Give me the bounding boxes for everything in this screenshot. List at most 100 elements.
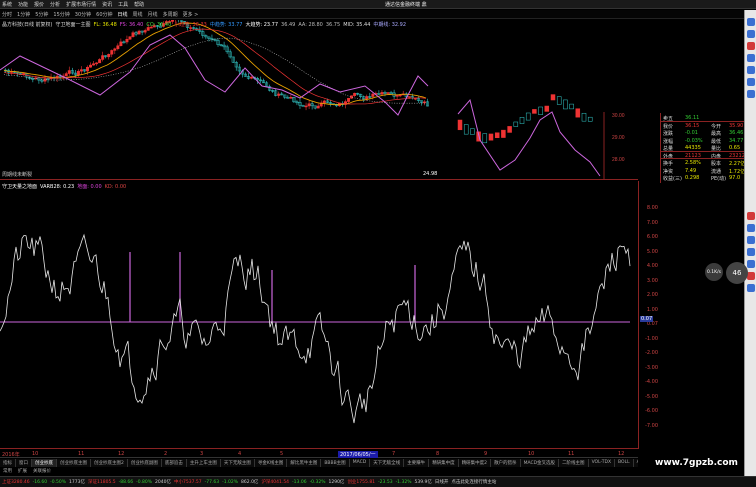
legend-item: 守卫地面一主图 xyxy=(55,22,91,28)
purple-line xyxy=(0,34,429,116)
date-tick: 10 xyxy=(32,451,39,457)
sub-tab[interactable]: 扩展 xyxy=(15,467,30,475)
indicator-tab[interactable]: 精研集中度 xyxy=(429,459,459,467)
candle-body xyxy=(538,106,543,115)
candle-body xyxy=(79,69,83,72)
oscillator-y-axis: 8.00 7.00 6.00 5.00 4.00 3.00 2.00 1.00 0.07 -1.0… xyxy=(638,181,660,449)
toolbar-icon[interactable] xyxy=(747,66,755,74)
toolbar-icon[interactable] xyxy=(747,272,755,280)
toolbar-icon[interactable] xyxy=(747,90,755,98)
indicator-tab[interactable]: BOLL xyxy=(615,459,634,467)
indicator-tab[interactable]: 窗口 xyxy=(16,459,32,467)
quote-panel: 卖五 36.11 我价 36.15 今开 35.90 涨跌 -0.01 最高 36.46 涨幅 -0.… xyxy=(660,113,745,183)
indicator-tab[interactable]: 主升上车主图 xyxy=(187,459,221,467)
menu-item[interactable]: 资讯 xyxy=(102,1,112,8)
period-tab[interactable]: 1分钟 xyxy=(17,11,30,18)
candle-body xyxy=(67,70,71,74)
candle-body xyxy=(110,50,114,55)
menu-item[interactable]: 报价 xyxy=(34,1,44,8)
menu-item[interactable]: 扩展市场行情 xyxy=(66,1,96,8)
quote-value-2: 97.0 xyxy=(729,175,741,181)
period-tab[interactable]: 多周期 xyxy=(163,11,178,18)
toolbar-icon[interactable] xyxy=(747,30,755,38)
toolbar-icon[interactable] xyxy=(747,212,755,220)
main-chart[interactable]: 30.00 29.00 28.00 晶方科技(日线 前复权) 守卫地面一主图 FL: 3… xyxy=(0,20,638,180)
toolbar-icon[interactable] xyxy=(747,78,755,86)
status-item: -0.80% xyxy=(136,479,153,485)
indicator-tab[interactable]: 创业抄底主图2 xyxy=(91,459,128,467)
indicator-tab[interactable]: 创业抄底 xyxy=(32,459,57,467)
sub-tab[interactable]: 关联报价 xyxy=(30,467,54,475)
menu-item[interactable]: 帮助 xyxy=(134,1,144,8)
candle-body xyxy=(575,108,581,118)
indicator-tab[interactable]: 二阶线主图 xyxy=(559,459,589,467)
toolbar-icon[interactable] xyxy=(747,284,755,292)
legend-item: CO: 36.40 xyxy=(146,22,172,28)
indicator-tab[interactable]: 底部追击 xyxy=(162,459,187,467)
candle-body xyxy=(550,94,556,101)
candle-body xyxy=(488,133,494,141)
status-item: -0.32% xyxy=(309,479,326,485)
toolbar-icon[interactable] xyxy=(747,54,755,62)
menu-item[interactable]: 功能 xyxy=(18,1,28,8)
period-tab[interactable]: 5分钟 xyxy=(35,11,48,18)
float-bubble[interactable]: 46 xyxy=(726,262,748,284)
indicator-tab[interactable]: 解比黑牛主图 xyxy=(287,459,322,467)
axis-tick: -5.00 xyxy=(645,393,658,400)
period-tab[interactable]: 更多 > xyxy=(183,11,199,18)
candle-body xyxy=(143,30,147,33)
candle-body xyxy=(95,62,99,65)
toolbar-icon[interactable] xyxy=(747,18,755,26)
indicator-tab[interactable]: VOL-TDX xyxy=(589,459,616,467)
menu-item[interactable]: 分析 xyxy=(50,1,60,8)
candle-body xyxy=(365,96,369,100)
period-tab[interactable]: 15分钟 xyxy=(53,11,69,18)
period-tab[interactable]: 月线 xyxy=(148,11,158,18)
date-tick: 3 xyxy=(200,451,204,457)
menu-item[interactable]: 系统 xyxy=(2,1,12,8)
sub-tab[interactable]: 常用 xyxy=(0,467,15,475)
toolbar-icon[interactable] xyxy=(747,236,755,244)
current-value-tag: 0.07 xyxy=(640,316,654,322)
legend-item: 大趋势: 23.77 xyxy=(245,22,279,28)
candle-body xyxy=(249,76,253,79)
quote-value-2: 34.77 xyxy=(729,137,744,144)
period-tab[interactable]: 60分钟 xyxy=(96,11,112,18)
indicator-tab[interactable]: MACD xyxy=(350,459,371,467)
indicator-tab[interactable]: MACD金叉选股 xyxy=(521,459,560,467)
indicator-tab[interactable]: 创业抄底主图 xyxy=(57,459,91,467)
indicator-tab[interactable]: 主要赚牛 xyxy=(404,459,430,467)
period-tab[interactable]: 日线 xyxy=(118,11,128,18)
indicator-tab[interactable]: 散户的猎杀 xyxy=(491,459,521,467)
indicator-tab[interactable]: 天下无敌全线 xyxy=(370,459,405,467)
period-tab[interactable]: 分时 xyxy=(2,11,12,18)
legend-item: 守卫天量之地面 xyxy=(2,184,38,190)
period-tab[interactable]: 周线 xyxy=(133,11,143,18)
status-item[interactable]: 日线开 xyxy=(435,479,449,485)
menu-item[interactable]: 工具 xyxy=(118,1,128,8)
main-bottom-label: 周期线未断裂 xyxy=(2,172,33,178)
sub-tabs: 常用 扩展 关联报价 xyxy=(0,467,638,475)
axis-tick: 4.00 xyxy=(646,263,658,269)
toolbar-icon[interactable] xyxy=(747,260,755,268)
date-tick: 2017/06/05/一 xyxy=(338,451,378,458)
status-item[interactable]: 点击此处连接行情主站 xyxy=(451,479,496,485)
candle-body xyxy=(569,103,574,110)
indicator-tab[interactable]: 指标 xyxy=(0,459,16,467)
quote-value: 36.15 xyxy=(685,122,700,129)
toolbar-icon[interactable] xyxy=(747,248,755,256)
toolbar-icon[interactable] xyxy=(747,42,755,50)
status-item: -0.50% xyxy=(50,479,67,485)
period-tab[interactable]: 30分钟 xyxy=(75,11,91,18)
indicator-tab[interactable]: 精研集中度2 xyxy=(459,459,492,467)
indicator-tab[interactable]: AAAAA xyxy=(634,459,638,467)
indicator-tabs: 指标 窗口 创业抄底 创业抄底主图 创业抄底主图2 创业抄底副图 底部追击 主升上车主图 天下无… xyxy=(0,459,638,467)
indicator-tab[interactable]: 天下无敌主图 xyxy=(221,459,255,467)
speed-float-button[interactable]: 0.1K/s xyxy=(705,263,723,281)
oscillator-chart[interactable]: 守卫天量之地面 VARB28: 0.23 地面: 0.00 KD: 0.00 xyxy=(0,181,638,449)
indicator-tab[interactable]: 创业抄底副图 xyxy=(128,459,162,467)
indicator-tab[interactable]: 寻金K线主图 xyxy=(255,459,288,467)
legend-item: 中趋势: 33.77 xyxy=(209,22,243,28)
indicator-tab[interactable]: BBBB主图 xyxy=(321,459,350,467)
toolbar-icon[interactable] xyxy=(747,224,755,232)
